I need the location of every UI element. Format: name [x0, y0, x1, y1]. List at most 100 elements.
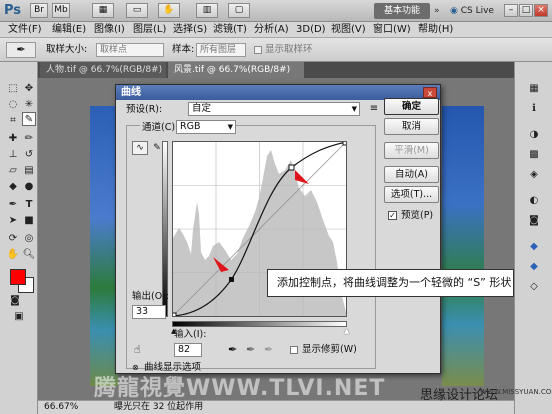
menu-window[interactable]: 窗口(W): [373, 23, 411, 37]
3d-orbit-icon[interactable]: ◎: [22, 232, 36, 246]
tab-label: 人物.tif @ 66.7%(RGB/8#): [46, 65, 163, 75]
3d-panel-icon[interactable]: ◆: [527, 240, 541, 254]
menu-help[interactable]: 帮助(H): [418, 23, 453, 37]
chevron-down-icon: ▼: [227, 123, 233, 131]
landscape-image-right: [442, 106, 484, 386]
menu-layer[interactable]: 图层(L): [133, 23, 166, 37]
layers-panel-icon[interactable]: ◆: [527, 260, 541, 274]
zoom-tool-icon[interactable]: 🔍︎: [22, 248, 36, 262]
dialog-close-button[interactable]: x: [423, 87, 437, 98]
show-clipping-label: 显示修剪(W): [302, 344, 357, 355]
3d-rotate-icon[interactable]: ⟳: [6, 232, 20, 246]
expand-workspace-icon[interactable]: »: [434, 6, 448, 16]
hand-adjust-icon[interactable]: ☝: [134, 343, 150, 357]
brush-tool-icon[interactable]: ✏: [22, 132, 36, 146]
dialog-title-text: 曲线: [121, 87, 141, 98]
foreground-color-swatch[interactable]: [10, 269, 26, 285]
menu-view[interactable]: 视图(V): [331, 23, 366, 37]
app-title-bar: Ps Br Mb ▦ ▭ ✋ ▥ ▢ 基本功能 » ◉ CS Live – □ …: [0, 0, 552, 22]
ok-button[interactable]: 确定: [384, 98, 439, 115]
preset-select[interactable]: 自定 ▼: [188, 102, 360, 116]
menu-image[interactable]: 图像(I): [94, 23, 125, 37]
marquee-tool-icon[interactable]: ⬚: [6, 82, 20, 96]
menu-select[interactable]: 选择(S): [173, 23, 207, 37]
output-field[interactable]: 33: [132, 305, 166, 319]
menu-edit[interactable]: 编辑(E): [52, 23, 86, 37]
workspace-switcher[interactable]: 基本功能: [374, 3, 430, 19]
path-selection-icon[interactable]: ➤: [6, 214, 20, 228]
eraser-tool-icon[interactable]: ▱: [6, 164, 20, 178]
sample-size-select[interactable]: 取样点: [96, 43, 164, 57]
menu-3d[interactable]: 3D(D): [296, 23, 326, 37]
control-point-low[interactable]: [229, 277, 234, 282]
screen-mode-tool-icon[interactable]: ▣: [12, 310, 26, 324]
minimize-button[interactable]: –: [504, 4, 518, 17]
sample-select[interactable]: 所有图层: [196, 43, 246, 57]
pen-tool-icon[interactable]: ✒: [6, 198, 20, 212]
auto-button[interactable]: 自动(A): [384, 166, 439, 183]
show-clipping-checkbox[interactable]: [290, 346, 298, 354]
swatches-panel-icon[interactable]: ▩: [527, 148, 541, 162]
cancel-button[interactable]: 取消: [384, 118, 439, 135]
zoom-level[interactable]: 66.67%: [44, 401, 78, 414]
gray-eyedropper-icon[interactable]: ✒: [246, 343, 260, 357]
tutorial-callout: 添加控制点，将曲线调整为一个轻微的 “S” 形状: [267, 269, 514, 297]
tab-landscape[interactable]: 风景.tif @ 66.7%(RGB/8#): [168, 62, 304, 78]
shape-tool-icon[interactable]: ■: [22, 214, 36, 228]
tab-portrait[interactable]: 人物.tif @ 66.7%(RGB/8#): [40, 62, 166, 78]
crop-tool-icon[interactable]: ⌗: [6, 114, 20, 128]
masks-panel-icon[interactable]: ◙: [527, 214, 541, 228]
channel-select[interactable]: RGB ▼: [176, 120, 236, 134]
tab-label: 风景.tif @ 66.7%(RGB/8#): [174, 65, 291, 75]
view-extras-icon[interactable]: ▦: [92, 3, 114, 18]
color-panel-icon[interactable]: ◑: [527, 128, 541, 142]
histogram-panel-icon[interactable]: ▦: [527, 82, 541, 96]
options-button[interactable]: 选项(T)...: [384, 186, 439, 203]
cs-live-button[interactable]: ◉ CS Live: [450, 4, 500, 18]
curve-point-tool-icon[interactable]: ∿: [132, 141, 148, 155]
input-field[interactable]: 82: [174, 343, 202, 357]
bridge-button[interactable]: Br: [30, 3, 48, 18]
eyedropper-tool-icon[interactable]: ✎: [22, 112, 36, 126]
menu-filter[interactable]: 滤镜(T): [213, 23, 247, 37]
hand-tool-icon[interactable]: ✋: [6, 248, 20, 262]
move-tool-icon[interactable]: ✥: [22, 82, 36, 96]
menu-file[interactable]: 文件(F): [8, 23, 42, 37]
channels-panel-icon[interactable]: ◇: [527, 280, 541, 294]
gradient-tool-icon[interactable]: ▤: [22, 164, 36, 178]
hand-tool-icon[interactable]: ✋: [158, 3, 180, 18]
clone-stamp-icon[interactable]: ⊥: [6, 148, 20, 162]
healing-brush-icon[interactable]: ✚: [6, 132, 20, 146]
control-point-white[interactable]: [342, 140, 348, 146]
blur-tool-icon[interactable]: ◆: [6, 180, 20, 194]
screen-mode-icon[interactable]: ▢: [228, 3, 250, 18]
history-brush-icon[interactable]: ↺: [22, 148, 36, 162]
control-point-high[interactable]: [288, 164, 295, 171]
white-point-slider-icon[interactable]: ▲: [344, 327, 349, 335]
lasso-tool-icon[interactable]: ◌: [6, 98, 20, 112]
preset-options-icon[interactable]: ≡: [367, 102, 381, 116]
close-app-button[interactable]: ×: [534, 4, 548, 17]
menu-analysis[interactable]: 分析(A): [254, 23, 289, 37]
black-eyedropper-icon[interactable]: ✒: [228, 343, 242, 357]
minibridge-button[interactable]: Mb: [52, 3, 70, 18]
white-eyedropper-icon[interactable]: ✒: [264, 343, 278, 357]
dodge-tool-icon[interactable]: ●: [22, 180, 36, 194]
show-ring-checkbox[interactable]: [254, 46, 262, 54]
info-panel-icon[interactable]: ℹ: [527, 102, 541, 116]
zoom-level-icon[interactable]: ▭: [126, 3, 148, 18]
magic-wand-icon[interactable]: ✳: [22, 98, 36, 112]
smooth-button[interactable]: 平滑(M): [384, 142, 439, 159]
eyedropper-preset-icon[interactable]: ✒: [6, 42, 36, 58]
arrange-documents-icon[interactable]: ▥: [196, 3, 218, 18]
preview-checkbox[interactable]: ✓: [388, 211, 397, 220]
control-point-black[interactable]: [171, 312, 177, 318]
styles-panel-icon[interactable]: ◈: [527, 168, 541, 182]
type-tool-icon[interactable]: T: [22, 198, 36, 212]
watermark-site: WWW.MISSYUAN.COM: [480, 388, 552, 396]
menu-bar: 文件(F) 编辑(E) 图像(I) 图层(L) 选择(S) 滤镜(T) 分析(A…: [0, 22, 552, 38]
quick-mask-icon[interactable]: ◙: [8, 294, 22, 308]
restore-button[interactable]: □: [519, 4, 533, 17]
adjustments-panel-icon[interactable]: ◐: [527, 194, 541, 208]
photoshop-logo: Ps: [4, 3, 22, 18]
